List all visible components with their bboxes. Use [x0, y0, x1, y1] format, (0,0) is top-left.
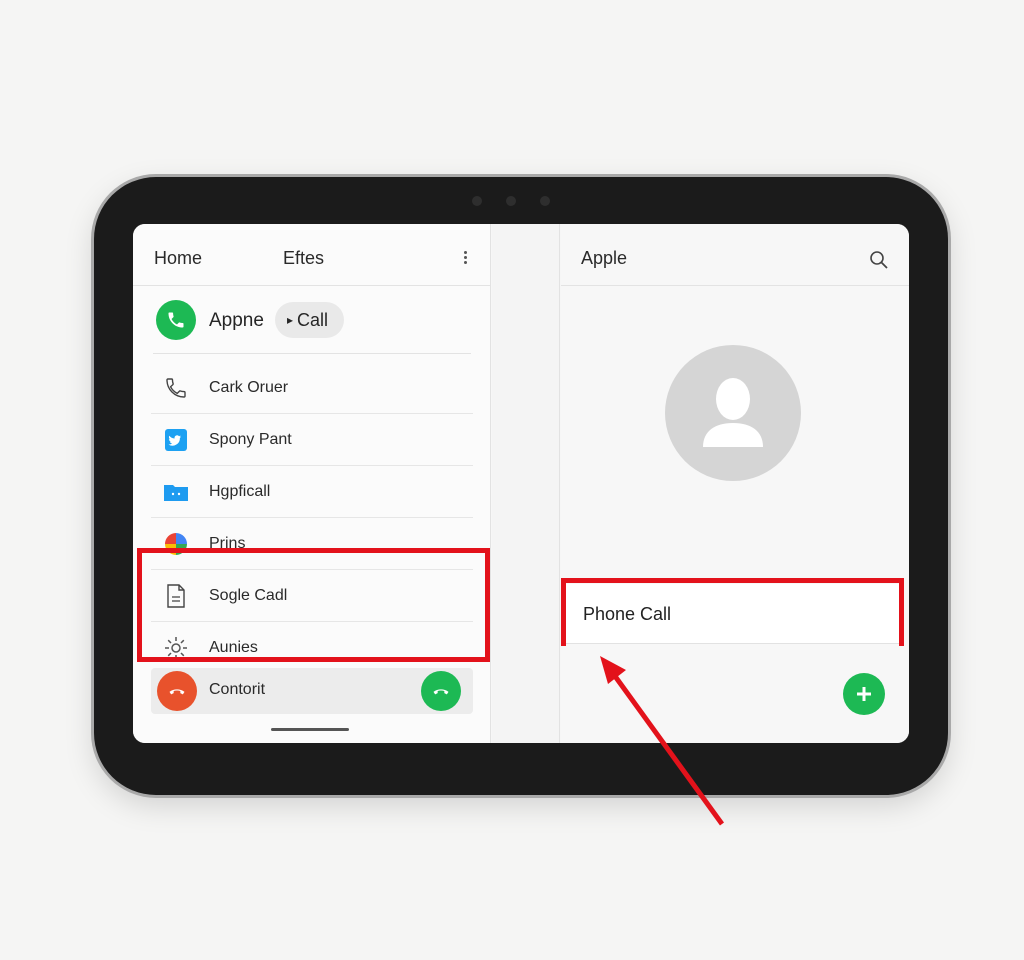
list-item[interactable]: Spony Pant	[151, 414, 473, 466]
incoming-call-row: Contorit	[151, 668, 473, 714]
phone-outline-icon	[163, 375, 189, 401]
hang-up-icon[interactable]	[157, 671, 197, 711]
tablet-screen: Home Eftes Appne ▸ Call Cark Oruer Spony…	[133, 224, 909, 743]
tablet-device: Home Eftes Appne ▸ Call Cark Oruer Spony…	[94, 177, 948, 795]
camera-dots	[472, 196, 550, 206]
call-row[interactable]: Appne ▸ Call	[153, 300, 471, 354]
call-contact-label: Contorit	[209, 681, 266, 698]
right-top-bar: Apple	[561, 224, 909, 286]
highlight-box-left	[137, 548, 490, 662]
list-item-label: Hgpficall	[209, 482, 271, 500]
folder-icon	[163, 479, 189, 505]
list-item[interactable]: Hgpficall	[151, 466, 473, 518]
call-arrow-icon: ▸	[287, 313, 294, 327]
highlight-box-right	[561, 578, 904, 646]
home-indicator[interactable]	[271, 728, 349, 731]
split-divider	[492, 224, 560, 743]
call-button[interactable]: ▸ Call	[275, 302, 345, 338]
phone-icon[interactable]	[156, 300, 196, 340]
call-button-label: Call	[297, 309, 329, 330]
left-top-bar: Home Eftes	[133, 224, 490, 286]
search-icon[interactable]	[869, 250, 889, 270]
list-item-label: Cark Oruer	[209, 378, 289, 396]
contact-title: Apple	[581, 248, 628, 268]
person-icon	[665, 345, 801, 481]
list-item-label: Spony Pant	[209, 430, 292, 448]
left-pane: Home Eftes Appne ▸ Call Cark Oruer Spony…	[133, 224, 491, 743]
twitter-icon	[163, 427, 189, 453]
tab-home[interactable]: Home	[154, 248, 202, 269]
answer-call-icon[interactable]	[421, 671, 461, 711]
tab-eftes[interactable]: Eftes	[283, 248, 324, 269]
right-pane: Apple Phone Call	[561, 224, 909, 743]
plus-icon[interactable]	[843, 673, 885, 715]
list-item[interactable]: Cark Oruer	[151, 362, 473, 414]
more-vertical-icon[interactable]	[460, 249, 470, 269]
contact-name: Appne	[209, 310, 264, 331]
